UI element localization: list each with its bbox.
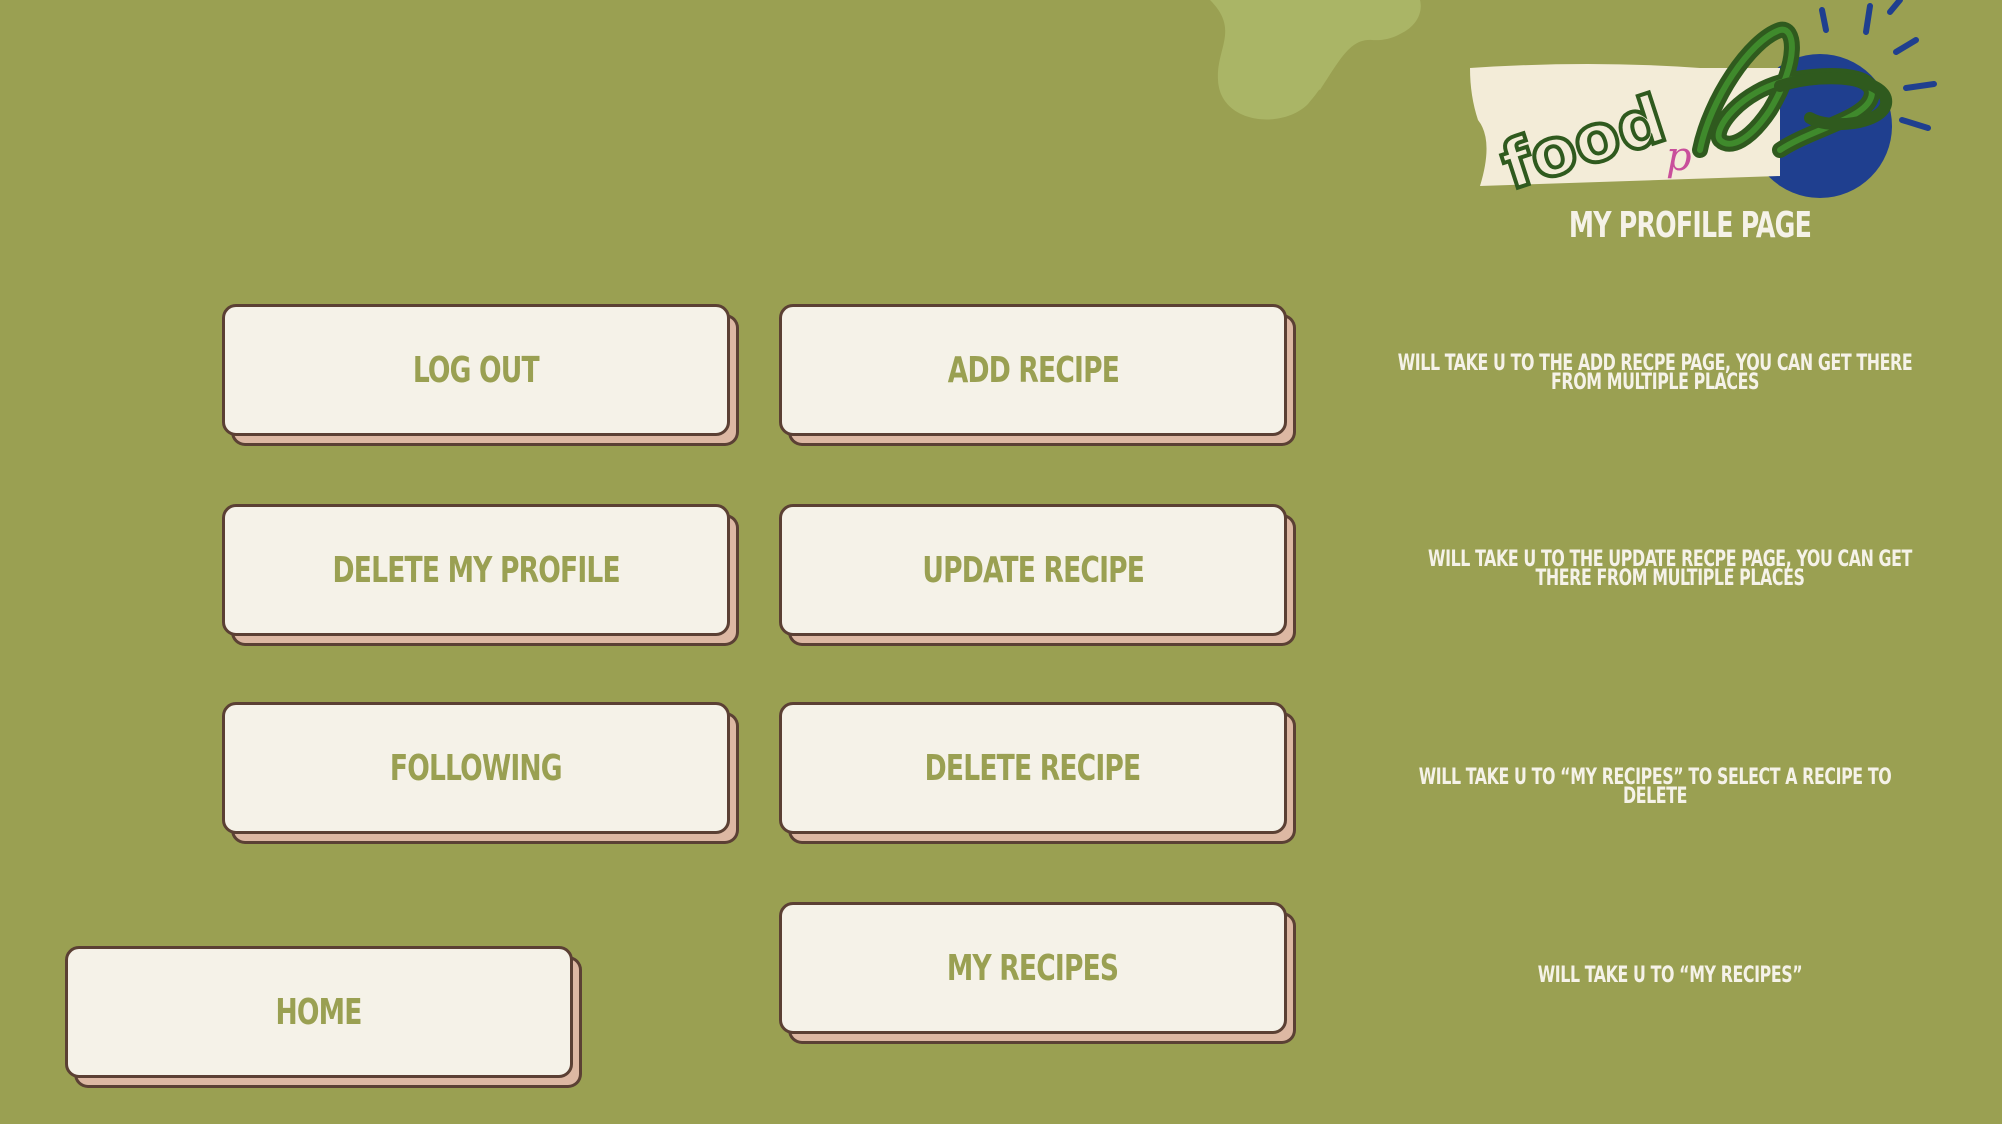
delete-my-profile-button[interactable]: DELETE MY PROFILE (222, 504, 730, 636)
update-recipe-label: UPDATE RECIPE (922, 549, 1145, 591)
add-recipe-button[interactable]: ADD RECIPE (779, 304, 1287, 436)
following-label: FOLLOWING (390, 747, 563, 789)
delete-recipe-note: WILL TAKE U TO “MY RECIPES” TO SELECT A … (1418, 765, 1892, 809)
add-recipe-note: WILL TAKE U TO THE ADD RECPE PAGE, YOU C… (1397, 351, 1913, 395)
delete-recipe-label: DELETE RECIPE (925, 747, 1142, 789)
my-recipes-button[interactable]: MY RECIPES (779, 902, 1287, 1034)
svg-text:p: p (1666, 134, 1692, 180)
my-recipes-note: WILL TAKE U TO “MY RECIPES” (1537, 963, 1803, 988)
update-recipe-button[interactable]: UPDATE RECIPE (779, 504, 1287, 636)
page-title: MY PROFILE PAGE (1568, 205, 1812, 246)
log-out-label: LOG OUT (413, 349, 540, 391)
delete-my-profile-label: DELETE MY PROFILE (332, 549, 620, 591)
following-button[interactable]: FOLLOWING (222, 702, 730, 834)
foodpapps-logo: foodpApps food p (1470, 0, 1937, 207)
delete-recipe-button[interactable]: DELETE RECIPE (779, 702, 1287, 834)
my-recipes-label: MY RECIPES (947, 947, 1119, 989)
home-button[interactable]: HOME (65, 946, 573, 1078)
home-label: HOME (275, 991, 363, 1033)
log-out-button[interactable]: LOG OUT (222, 304, 730, 436)
update-recipe-note: WILL TAKE U TO THE UPDATE RECPE PAGE, YO… (1428, 547, 1912, 591)
add-recipe-label: ADD RECIPE (947, 349, 1119, 391)
decorative-blob (1210, 0, 1421, 120)
